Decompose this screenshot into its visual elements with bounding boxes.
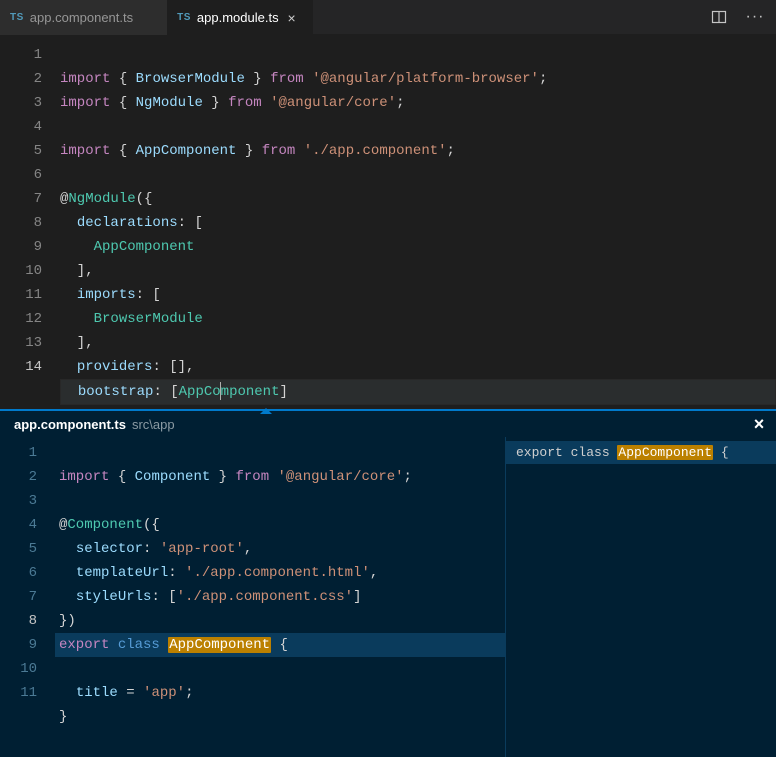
line-number: 10 xyxy=(0,259,42,283)
line-number: 9 xyxy=(0,633,37,657)
editor-main[interactable]: 1 2 3 4 5 6 7 8 9 10 11 12 13 14 import … xyxy=(0,35,776,409)
line-number: 8 xyxy=(0,609,37,633)
peek-gutter: 1 2 3 4 5 6 7 8 9 10 11 xyxy=(0,437,55,757)
line-number: 4 xyxy=(0,513,37,537)
line-number: 3 xyxy=(0,489,37,513)
tab-app-component[interactable]: TS app.component.ts × xyxy=(0,0,167,35)
close-icon[interactable]: × xyxy=(750,415,768,433)
line-number: 7 xyxy=(0,585,37,609)
tab-bar-actions: ··· xyxy=(708,0,776,34)
code-area[interactable]: import { BrowserModule } from '@angular/… xyxy=(60,35,776,409)
tab-bar: TS app.component.ts × TS app.module.ts ×… xyxy=(0,0,776,35)
line-number: 11 xyxy=(0,681,37,705)
line-number: 2 xyxy=(0,67,42,91)
ts-icon: TS xyxy=(177,12,191,23)
line-number: 1 xyxy=(0,441,37,465)
tab-app-module[interactable]: TS app.module.ts × xyxy=(167,0,312,35)
peek-filepath: src\app xyxy=(132,417,175,432)
line-number: 4 xyxy=(0,115,42,139)
tab-label: app.component.ts xyxy=(30,10,133,25)
line-number: 3 xyxy=(0,91,42,115)
result-pre: export class xyxy=(516,445,617,460)
line-number: 8 xyxy=(0,211,42,235)
peek-code[interactable]: import { Component } from '@angular/core… xyxy=(55,437,505,757)
line-number: 1 xyxy=(0,43,42,67)
peek-header: app.component.ts src\app × xyxy=(0,411,776,437)
line-number: 5 xyxy=(0,537,37,561)
peek-body: 1 2 3 4 5 6 7 8 9 10 11 import { Compone… xyxy=(0,437,776,757)
line-number: 10 xyxy=(0,657,37,681)
line-number: 7 xyxy=(0,187,42,211)
line-number: 11 xyxy=(0,283,42,307)
line-number: 2 xyxy=(0,465,37,489)
peek-view: app.component.ts src\app × 1 2 3 4 5 6 7… xyxy=(0,409,776,757)
more-icon[interactable]: ··· xyxy=(744,6,766,28)
line-number: 6 xyxy=(0,561,37,585)
line-number: 6 xyxy=(0,163,42,187)
line-number: 9 xyxy=(0,235,42,259)
peek-editor[interactable]: 1 2 3 4 5 6 7 8 9 10 11 import { Compone… xyxy=(0,437,506,757)
peek-results: export class AppComponent { xyxy=(506,437,776,757)
ts-icon: TS xyxy=(10,12,24,23)
split-editor-icon[interactable] xyxy=(708,6,730,28)
result-post: { xyxy=(713,445,729,460)
line-number: 14 xyxy=(0,355,42,379)
peek-filename: app.component.ts xyxy=(14,417,126,432)
line-number: 12 xyxy=(0,307,42,331)
line-number: 5 xyxy=(0,139,42,163)
close-icon[interactable]: × xyxy=(285,11,299,25)
line-gutter: 1 2 3 4 5 6 7 8 9 10 11 12 13 14 xyxy=(0,35,60,409)
result-match: AppComponent xyxy=(617,445,713,460)
peek-result-item[interactable]: export class AppComponent { xyxy=(506,441,776,464)
tab-label: app.module.ts xyxy=(197,10,279,25)
line-number: 13 xyxy=(0,331,42,355)
